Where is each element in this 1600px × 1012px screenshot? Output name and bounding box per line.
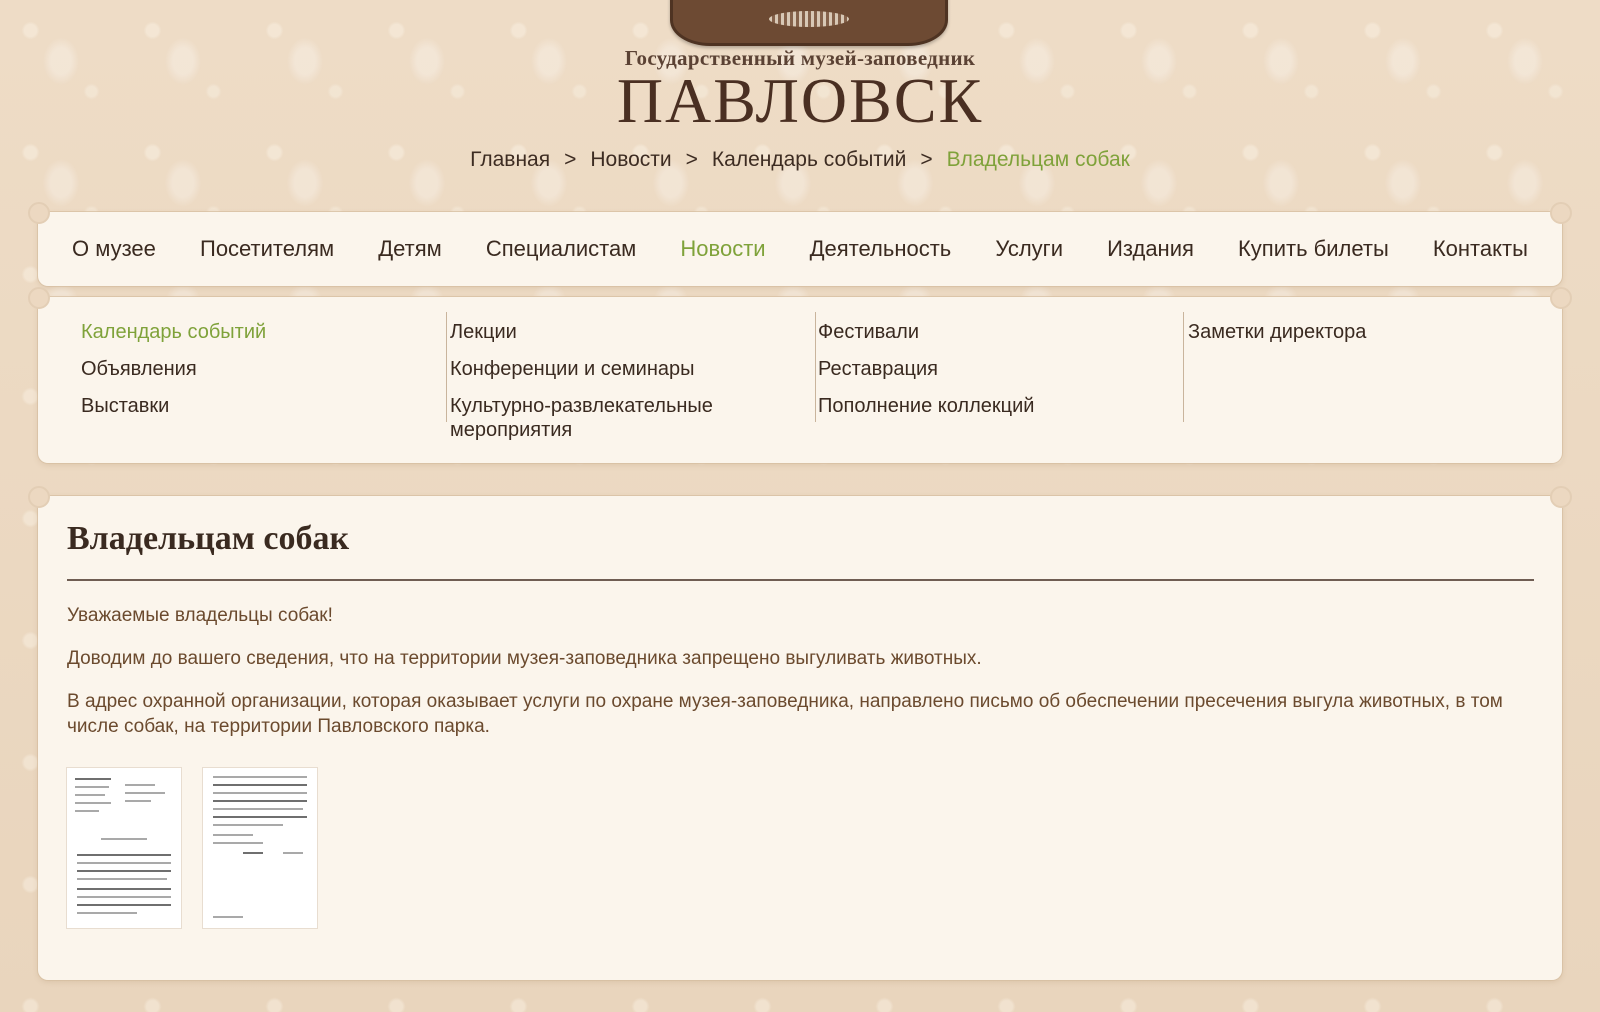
doc-line bbox=[77, 854, 171, 856]
submenu-item-restoration[interactable]: Реставрация bbox=[818, 357, 1158, 381]
doc-line bbox=[77, 862, 171, 864]
breadcrumb-news[interactable]: Новости bbox=[590, 148, 671, 171]
main-navigation: О музее Посетителям Детям Специалистам Н… bbox=[28, 202, 1572, 286]
page-title: Владельцам собак bbox=[67, 520, 350, 557]
nav-item-news[interactable]: Новости bbox=[680, 212, 765, 286]
doc-line bbox=[213, 834, 253, 836]
nav-item-activity[interactable]: Деятельность bbox=[810, 212, 952, 286]
submenu-item-cultural-events[interactable]: Культурно-развлекательные мероприятия bbox=[450, 394, 750, 442]
submenu-item-lectures[interactable]: Лекции bbox=[450, 320, 790, 344]
submenu-item-calendar[interactable]: Календарь событий bbox=[81, 320, 421, 344]
submenu-column-3: Фестивали Реставрация Пополнение коллекц… bbox=[818, 312, 1184, 422]
doc-line bbox=[77, 896, 171, 898]
doc-line bbox=[213, 808, 303, 810]
news-submenu: Календарь событий Объявления Выставки Ле… bbox=[28, 287, 1572, 463]
doc-line bbox=[75, 810, 99, 812]
doc-line bbox=[75, 794, 105, 796]
breadcrumb-separator: > bbox=[685, 148, 698, 171]
article-paragraph: Уважаемые владельцы собак! bbox=[67, 605, 333, 626]
doc-line bbox=[213, 916, 243, 918]
doc-line bbox=[213, 816, 307, 818]
article-paragraph: Доводим до вашего сведения, что на терри… bbox=[67, 648, 982, 669]
doc-line bbox=[283, 852, 303, 854]
doc-line bbox=[101, 838, 147, 840]
article-panel: Владельцам собак Уважаемые владельцы соб… bbox=[28, 486, 1572, 980]
submenu-item-announcements[interactable]: Объявления bbox=[81, 357, 421, 381]
breadcrumb: Главная > Новости > Календарь событий > Владел… bbox=[0, 148, 1600, 172]
breadcrumb-current: Владельцам собак bbox=[946, 148, 1130, 171]
breadcrumb-separator: > bbox=[564, 148, 577, 171]
submenu-item-director-notes[interactable]: Заметки директора bbox=[1188, 320, 1528, 344]
submenu-column-4: Заметки директора bbox=[1188, 312, 1528, 422]
nav-item-publications[interactable]: Издания bbox=[1107, 212, 1194, 286]
doc-line bbox=[125, 784, 155, 786]
submenu-item-exhibitions[interactable]: Выставки bbox=[81, 394, 421, 418]
nav-item-visitors[interactable]: Посетителям bbox=[200, 212, 334, 286]
document-thumbnail-2[interactable] bbox=[203, 768, 317, 928]
breadcrumb-calendar[interactable]: Календарь событий bbox=[712, 148, 906, 171]
nav-item-children[interactable]: Детям bbox=[378, 212, 442, 286]
doc-line bbox=[125, 792, 165, 794]
doc-line bbox=[75, 778, 111, 780]
doc-line bbox=[213, 784, 307, 786]
article-paragraph: В адрес охранной организации, которая ок… bbox=[67, 691, 1503, 737]
doc-line bbox=[213, 792, 307, 794]
submenu-column-1: Календарь событий Объявления Выставки bbox=[81, 312, 447, 422]
submenu-item-collections[interactable]: Пополнение коллекций bbox=[818, 394, 1158, 418]
submenu-column-2: Лекции Конференции и семинары Культурно-… bbox=[450, 312, 816, 441]
submenu-item-conferences[interactable]: Конференции и семинары bbox=[450, 357, 790, 381]
doc-line bbox=[213, 800, 307, 802]
nav-item-services[interactable]: Услуги bbox=[995, 212, 1063, 286]
doc-line bbox=[75, 786, 109, 788]
logo-ornament bbox=[769, 11, 849, 27]
logo-emblem[interactable] bbox=[670, 0, 948, 46]
nav-item-buy-tickets[interactable]: Купить билеты bbox=[1238, 212, 1389, 286]
doc-line bbox=[213, 776, 307, 778]
logo-title[interactable]: ПАВЛОВСК bbox=[0, 64, 1600, 138]
submenu-item-festivals[interactable]: Фестивали bbox=[818, 320, 1158, 344]
breadcrumb-separator: > bbox=[920, 148, 933, 171]
doc-line bbox=[213, 824, 283, 826]
breadcrumb-home[interactable]: Главная bbox=[470, 148, 550, 171]
document-thumbnail-1[interactable] bbox=[67, 768, 181, 928]
doc-signature bbox=[243, 852, 263, 854]
doc-line bbox=[75, 802, 111, 804]
doc-line bbox=[77, 904, 171, 906]
doc-line bbox=[77, 878, 167, 880]
title-divider bbox=[67, 579, 1534, 581]
doc-line bbox=[77, 870, 171, 872]
nav-item-contacts[interactable]: Контакты bbox=[1433, 212, 1528, 286]
nav-item-about[interactable]: О музее bbox=[72, 212, 156, 286]
nav-item-specialists[interactable]: Специалистам bbox=[486, 212, 636, 286]
doc-line bbox=[77, 888, 171, 890]
doc-line bbox=[125, 800, 151, 802]
doc-line bbox=[213, 842, 263, 844]
doc-line bbox=[77, 912, 137, 914]
